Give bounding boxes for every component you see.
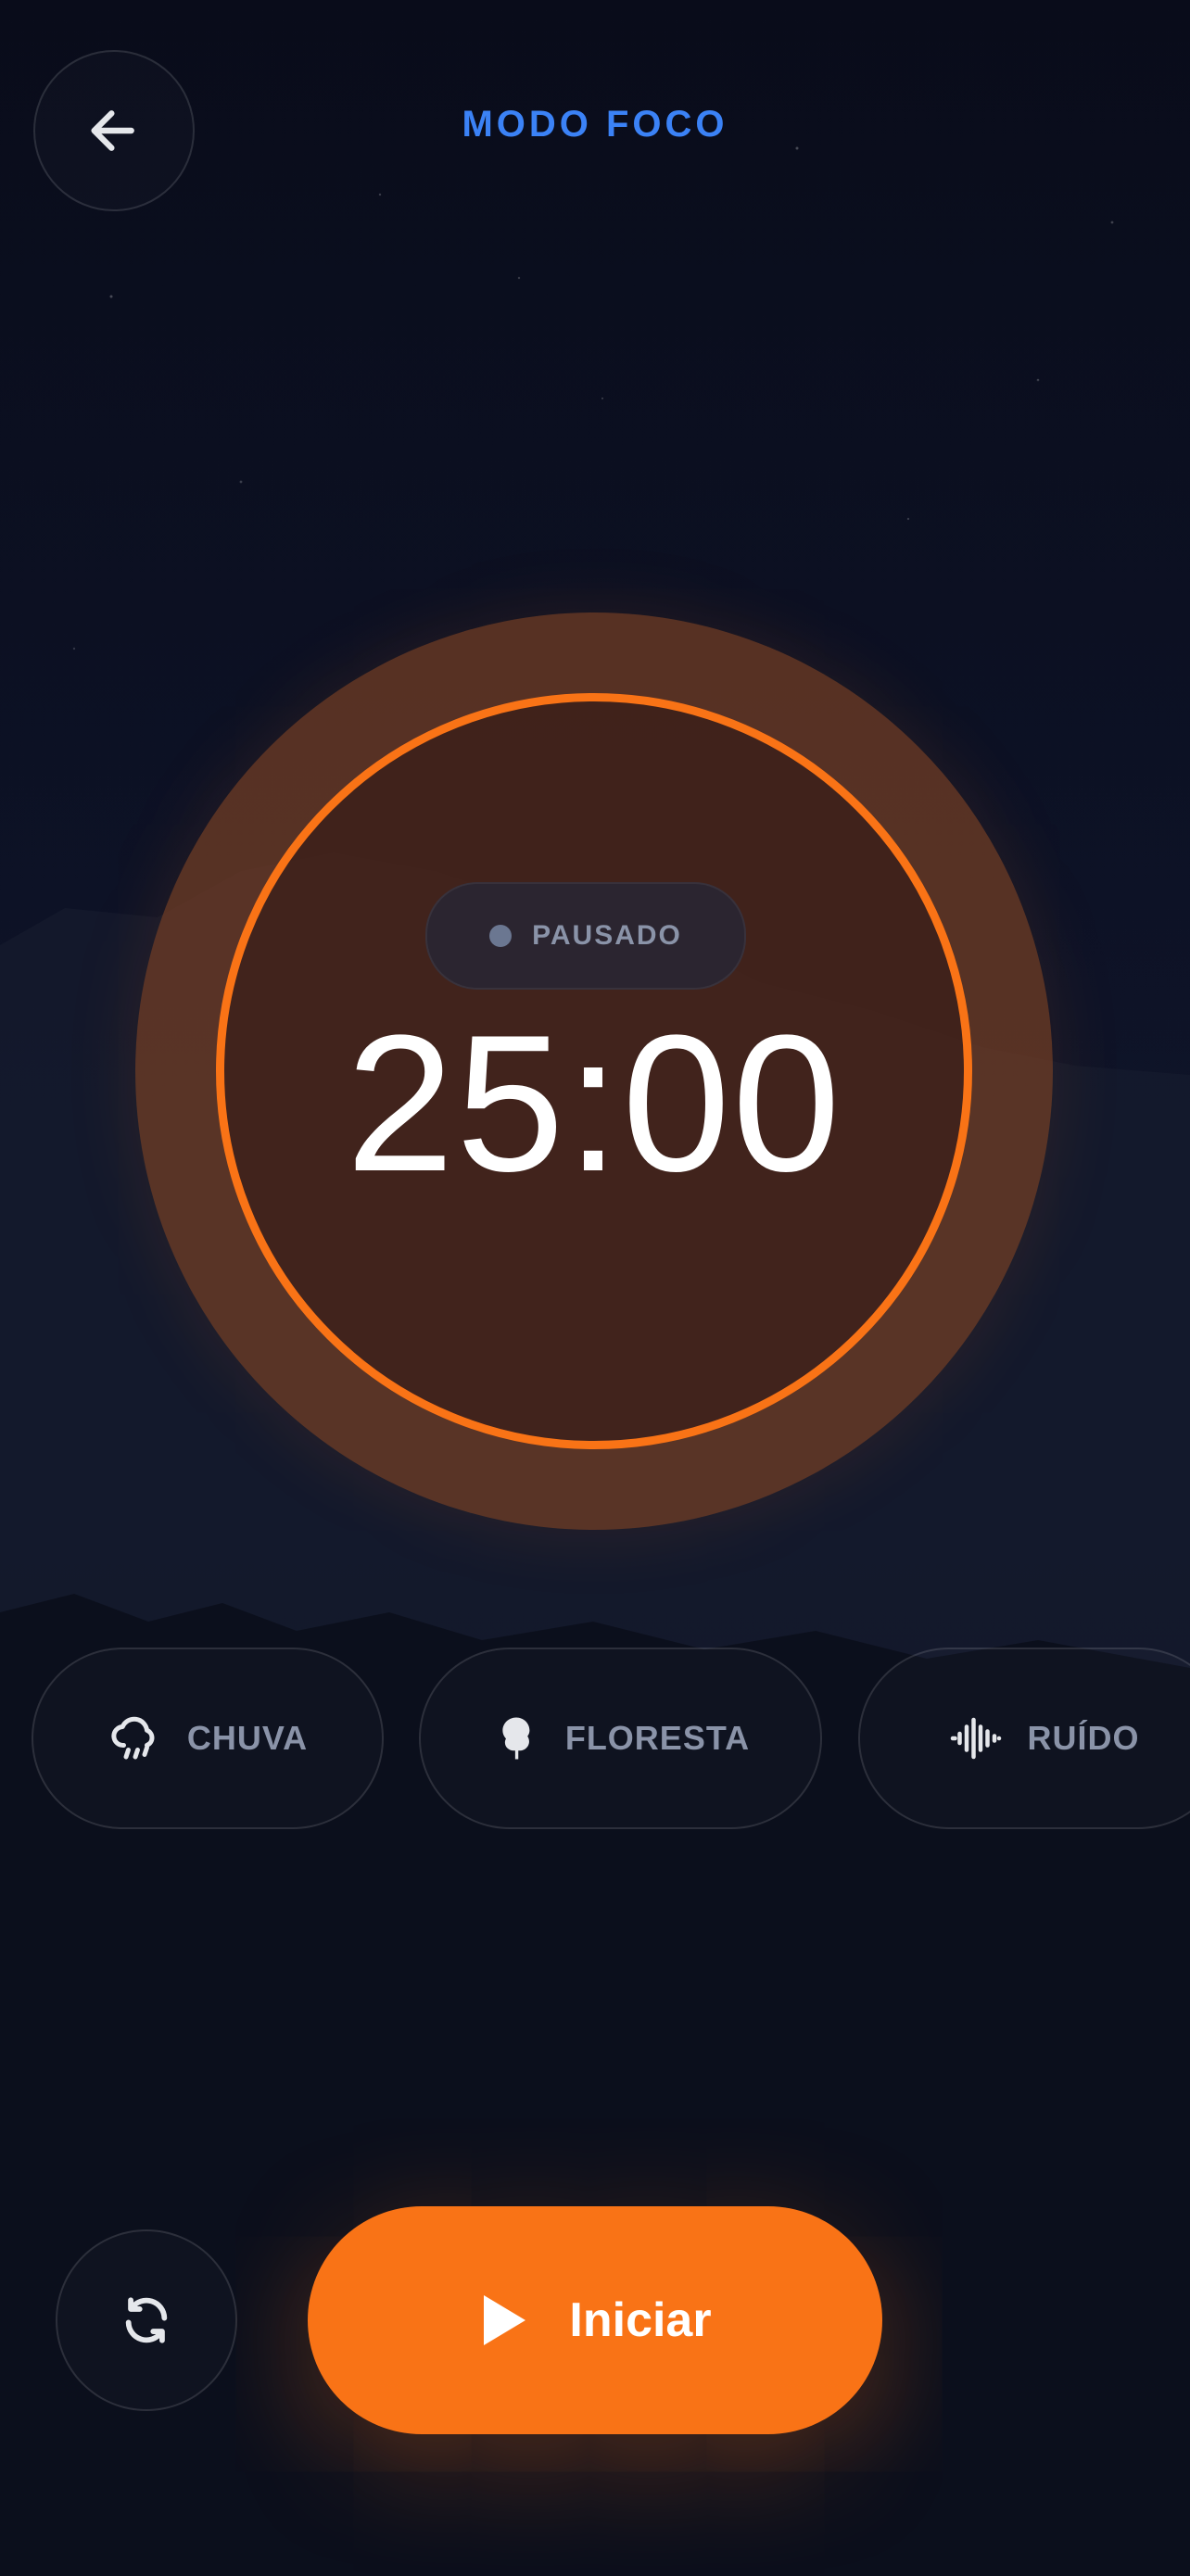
sound-chip-floresta[interactable]: FLORESTA <box>419 1648 822 1829</box>
sound-label: FLORESTA <box>564 1719 751 1757</box>
start-label: Iniciar <box>569 2293 712 2347</box>
sound-label: CHUVA <box>186 1719 309 1757</box>
status-text: PAUSADO <box>532 920 682 951</box>
refresh-icon <box>125 2297 168 2343</box>
status-badge: PAUSADO <box>425 882 746 990</box>
sound-label: RUÍDO <box>1027 1719 1140 1757</box>
status-dot <box>489 925 513 947</box>
timer-display: 25:00 <box>346 994 842 1212</box>
tree-icon <box>502 1717 530 1760</box>
sound-chip-ruido[interactable]: RUÍDO <box>858 1648 1190 1829</box>
play-icon <box>484 2295 526 2345</box>
rain-cloud-icon <box>111 1716 155 1760</box>
sound-wave-icon <box>950 1717 1001 1760</box>
start-button[interactable]: Iniciar <box>308 2206 882 2434</box>
page-title: MODO FOCO <box>462 104 728 145</box>
reset-button[interactable] <box>56 2229 237 2411</box>
sound-chip-chuva[interactable]: CHUVA <box>32 1648 384 1829</box>
